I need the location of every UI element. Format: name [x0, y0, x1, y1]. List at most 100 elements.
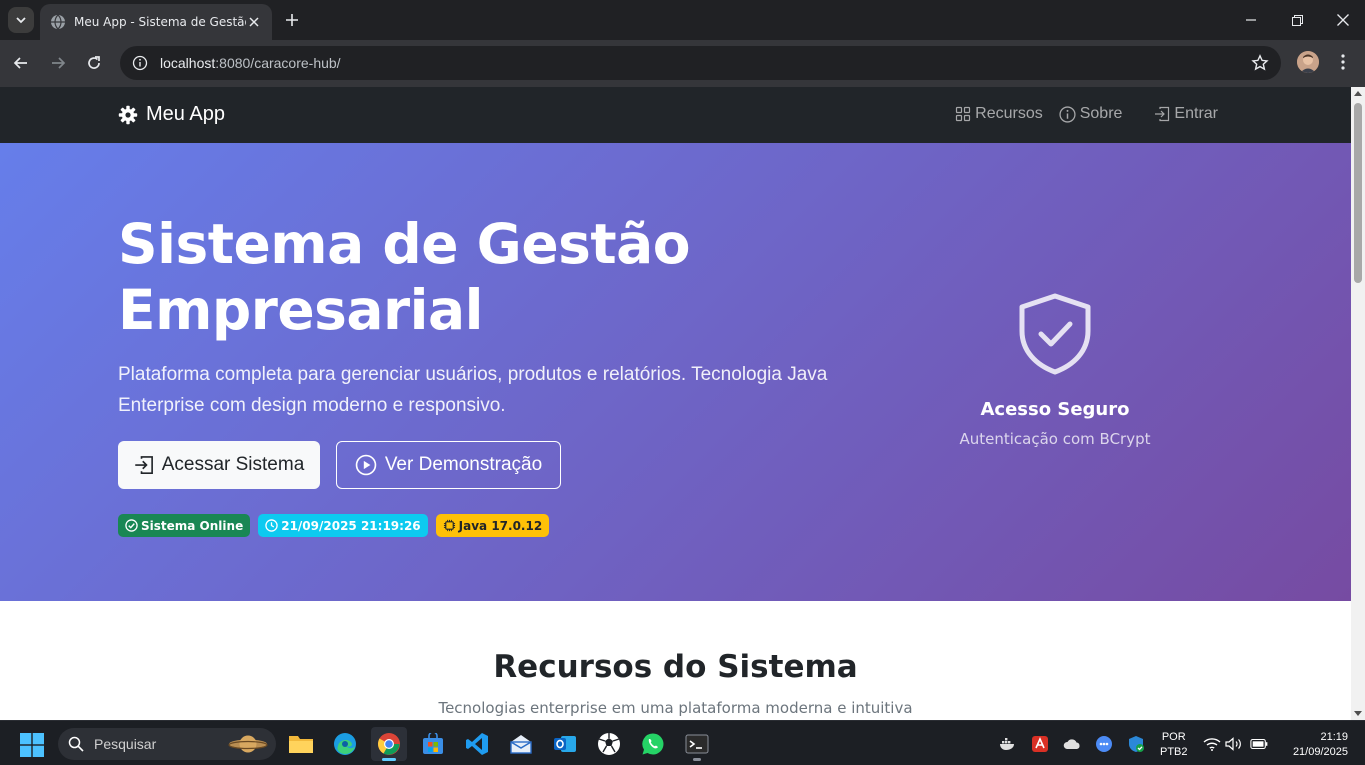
tab-search-button[interactable]: [8, 7, 34, 33]
wifi-icon: [1203, 738, 1221, 751]
chrome-icon: [378, 733, 400, 755]
login-icon: [1155, 106, 1170, 122]
new-tab-button[interactable]: [282, 10, 302, 30]
scrollbar-thumb[interactable]: [1354, 103, 1362, 283]
speaker-icon: [1225, 737, 1241, 751]
bookmark-star-icon[interactable]: [1251, 54, 1269, 72]
cloud-icon: [1063, 739, 1080, 749]
taskbar-edge[interactable]: [327, 727, 363, 761]
input-language[interactable]: POR PTB2: [1160, 730, 1188, 760]
app-navbar: Meu App Recursos Sobre Entrar: [0, 87, 1351, 143]
taskbar-chrome[interactable]: [371, 727, 407, 761]
hero-title: Sistema de Gestão Empresarial: [118, 211, 818, 343]
tray-battery[interactable]: [1250, 735, 1268, 753]
restore-button[interactable]: [1277, 6, 1317, 34]
taskbar-soccer-app[interactable]: [591, 727, 627, 761]
taskbar-vscode[interactable]: [459, 727, 495, 761]
tray-antivirus[interactable]: [1031, 735, 1049, 753]
shield-check-icon: [1019, 293, 1091, 375]
features-title: Recursos do Sistema: [493, 649, 858, 685]
docker-icon: [1000, 738, 1014, 750]
restore-icon: [1291, 14, 1303, 26]
view-demo-button[interactable]: Ver Demonstração: [336, 441, 561, 489]
scroll-up-arrow[interactable]: [1354, 91, 1362, 96]
store-icon: [423, 733, 443, 754]
system-clock[interactable]: 21:19 21/09/2025: [1278, 730, 1348, 760]
profile-avatar[interactable]: [1297, 51, 1319, 73]
taskbar-file-explorer[interactable]: [283, 727, 319, 761]
secure-card-title: Acesso Seguro: [980, 399, 1130, 420]
taskbar-terminal[interactable]: [679, 727, 715, 761]
nav-link-sobre[interactable]: Sobre: [1059, 105, 1123, 123]
view-demo-label: Ver Demonstração: [384, 454, 543, 475]
navbar-links: Recursos Sobre Entrar: [939, 105, 1218, 123]
minimize-icon: [1246, 19, 1256, 21]
nav-link-recursos[interactable]: Recursos: [955, 105, 1043, 123]
access-system-button[interactable]: Acessar Sistema: [118, 441, 320, 489]
windows-taskbar: Pesquisar POR PTB2 21:19 21/09/2025: [0, 720, 1365, 765]
browser-menu-button[interactable]: [1335, 52, 1351, 72]
active-app-indicator: [382, 758, 396, 761]
close-window-button[interactable]: [1323, 6, 1363, 34]
planet-icon: [228, 735, 268, 753]
taskbar-store[interactable]: [415, 727, 451, 761]
forward-button[interactable]: [45, 50, 71, 76]
more-vertical-icon: [1341, 54, 1345, 70]
taskbar-whatsapp[interactable]: [635, 727, 671, 761]
scroll-down-arrow[interactable]: [1354, 711, 1362, 716]
browser-toolbar: localhost:8080/caracore-hub/: [0, 40, 1365, 87]
reload-icon: [88, 56, 100, 69]
start-button[interactable]: [20, 733, 44, 757]
taskbar-outlook[interactable]: [547, 727, 583, 761]
address-bar[interactable]: localhost:8080/caracore-hub/: [120, 46, 1281, 80]
features-subtitle: Tecnologias enterprise em uma plataforma…: [438, 699, 913, 717]
soccer-ball-icon: [598, 733, 620, 755]
login-icon: [134, 456, 153, 474]
access-system-label: Acessar Sistema: [161, 454, 305, 475]
java-version-label: Java 17.0.12: [458, 518, 543, 533]
terminal-icon: [685, 734, 709, 754]
cpu-icon: [443, 519, 455, 532]
tray-wifi[interactable]: [1203, 735, 1221, 753]
tray-meet[interactable]: [1095, 735, 1113, 753]
hero-lead: Plataforma completa para gerenciar usuár…: [118, 364, 828, 416]
tray-docker[interactable]: [999, 735, 1017, 753]
gear-icon: [118, 105, 138, 124]
tab-title: Meu App - Sistema de Gestão: [74, 15, 246, 29]
minimize-button[interactable]: [1231, 6, 1271, 34]
avatar-icon: [1297, 51, 1319, 73]
tray-onedrive[interactable]: [1063, 735, 1081, 753]
search-icon: [68, 736, 84, 752]
close-icon: [1337, 14, 1349, 26]
check-circle-icon: [125, 519, 138, 532]
nav-link-sobre-label: Sobre: [1079, 105, 1123, 122]
taskbar-mail[interactable]: [503, 727, 539, 761]
tray-defender[interactable]: [1127, 735, 1145, 753]
site-info-icon[interactable]: [132, 55, 148, 71]
reload-button[interactable]: [81, 50, 107, 76]
arrow-right-icon: [52, 57, 66, 69]
taskbar-search[interactable]: Pesquisar: [58, 728, 276, 760]
datetime-badge: 21/09/2025 21:19:26: [258, 514, 428, 537]
navbar-brand[interactable]: Meu App: [118, 103, 225, 126]
java-version-badge: Java 17.0.12: [435, 514, 550, 537]
status-badges: Sistema Online 21/09/2025 21:19:26 Java …: [118, 514, 557, 537]
antivirus-icon: [1032, 736, 1048, 752]
clock-date: 21/09/2025: [1292, 746, 1348, 758]
page-viewport: Meu App Recursos Sobre Entrar Sistema de…: [0, 87, 1351, 720]
arrow-left-icon: [13, 57, 27, 69]
hero-section: Sistema de Gestão Empresarial Plataforma…: [0, 143, 1351, 601]
play-circle-icon: [355, 454, 377, 476]
nav-link-recursos-label: Recursos: [975, 105, 1043, 122]
tab-close-icon[interactable]: [246, 14, 262, 30]
clock-time: 21:19: [1320, 731, 1348, 743]
browser-tab-active[interactable]: Meu App - Sistema de Gestão: [40, 4, 272, 40]
page-scrollbar[interactable]: [1351, 87, 1365, 720]
mail-icon: [510, 735, 532, 754]
back-button[interactable]: [8, 50, 34, 76]
plus-icon: [286, 14, 298, 26]
edge-icon: [334, 733, 356, 755]
nav-link-entrar[interactable]: Entrar: [1154, 105, 1218, 123]
status-badge-online-label: Sistema Online: [141, 518, 244, 533]
tray-volume[interactable]: [1225, 735, 1243, 753]
